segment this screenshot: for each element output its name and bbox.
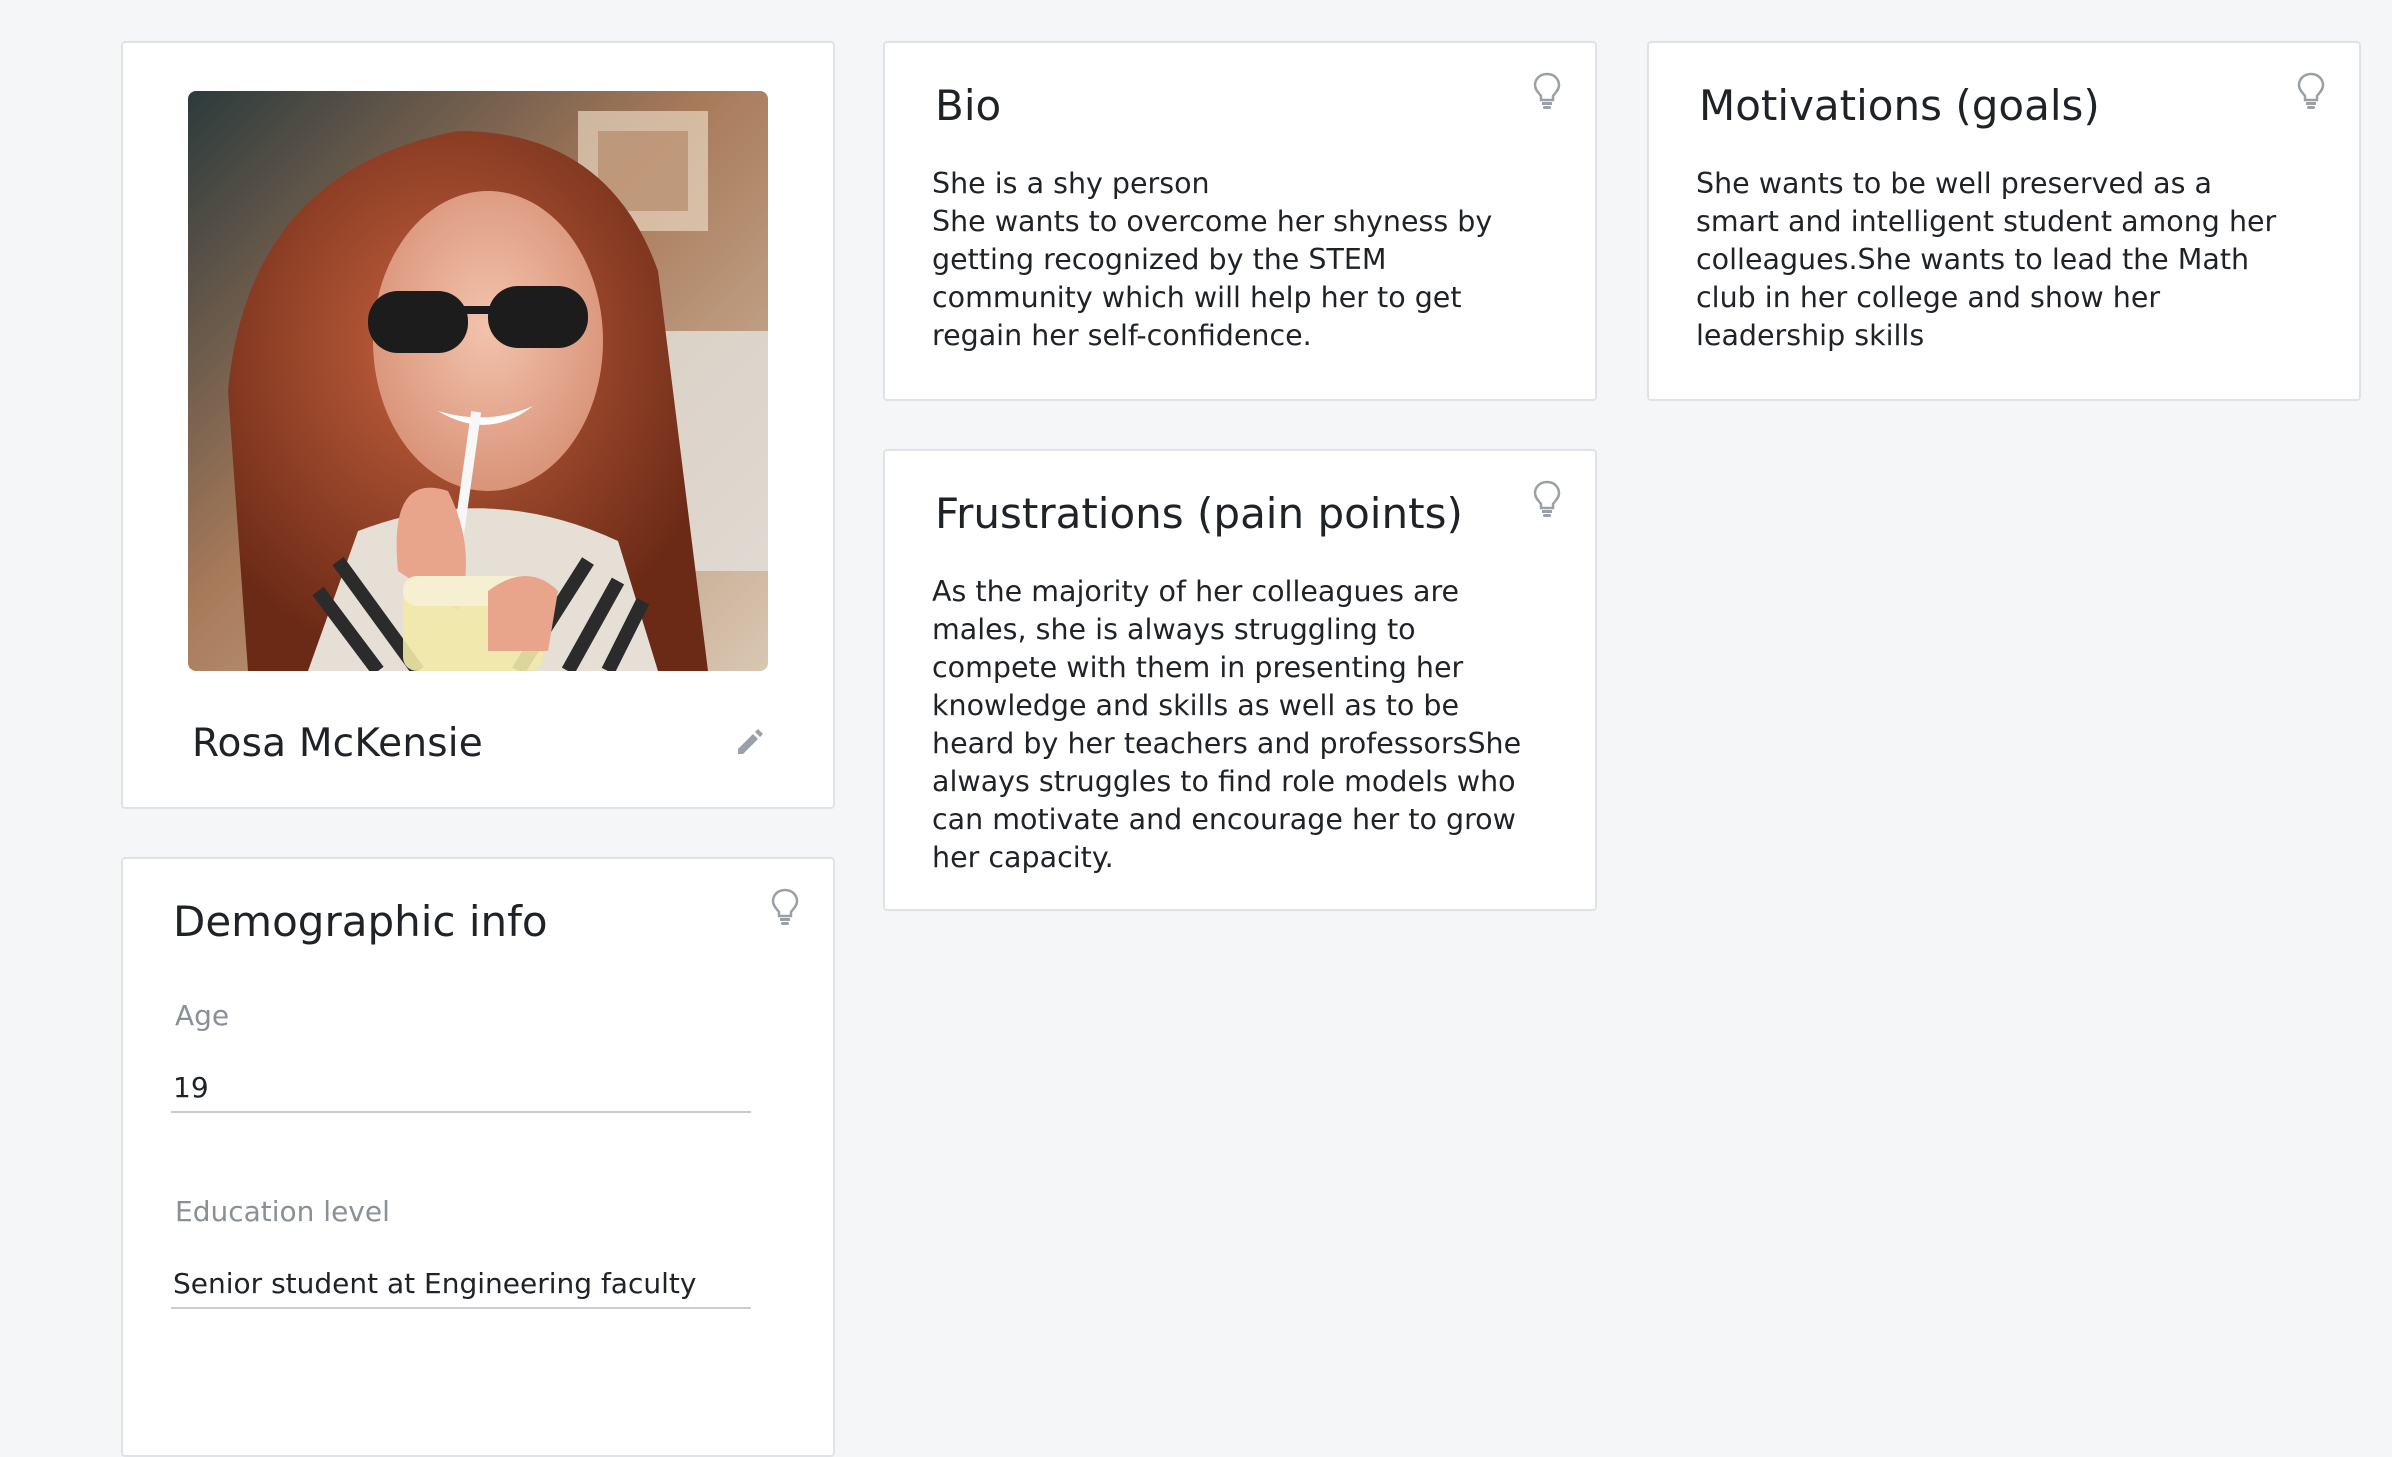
motivations-title: Motivations (goals) — [1699, 81, 2100, 130]
bio-title: Bio — [935, 81, 1002, 130]
lightbulb-icon — [1533, 480, 1561, 517]
pencil-icon — [738, 729, 763, 754]
bio-card: Bio She is a shy person She wants to ove… — [883, 41, 1597, 401]
motivations-card: Motivations (goals) She wants to be well… — [1647, 41, 2361, 401]
persona-photo — [188, 91, 768, 671]
lightbulb-icon — [1533, 72, 1561, 109]
frustrations-title: Frustrations (pain points) — [935, 489, 1463, 538]
age-label: Age — [175, 999, 230, 1032]
frustrations-text[interactable]: As the majority of her colleagues are ma… — [932, 573, 1532, 877]
bio-hint-button[interactable] — [1531, 71, 1563, 111]
motivations-hint-button[interactable] — [2295, 71, 2327, 111]
demographic-card: Demographic info Age Education level — [121, 857, 835, 1457]
persona-photo-image — [188, 91, 768, 671]
frustrations-hint-button[interactable] — [1531, 479, 1563, 519]
lightbulb-icon — [771, 888, 799, 925]
bio-text[interactable]: She is a shy person She wants to overcom… — [932, 165, 1532, 355]
education-label: Education level — [175, 1195, 390, 1228]
education-input[interactable] — [171, 1259, 751, 1309]
edit-name-button[interactable] — [733, 725, 767, 759]
persona-name: Rosa McKensie — [192, 721, 484, 766]
profile-card: Rosa McKensie — [121, 41, 835, 809]
demographic-hint-button[interactable] — [769, 887, 801, 927]
lightbulb-icon — [2297, 72, 2325, 109]
frustrations-card: Frustrations (pain points) As the majori… — [883, 449, 1597, 911]
age-input[interactable] — [171, 1063, 751, 1113]
demographic-title: Demographic info — [173, 897, 548, 946]
motivations-text[interactable]: She wants to be well preserved as a smar… — [1696, 165, 2296, 355]
